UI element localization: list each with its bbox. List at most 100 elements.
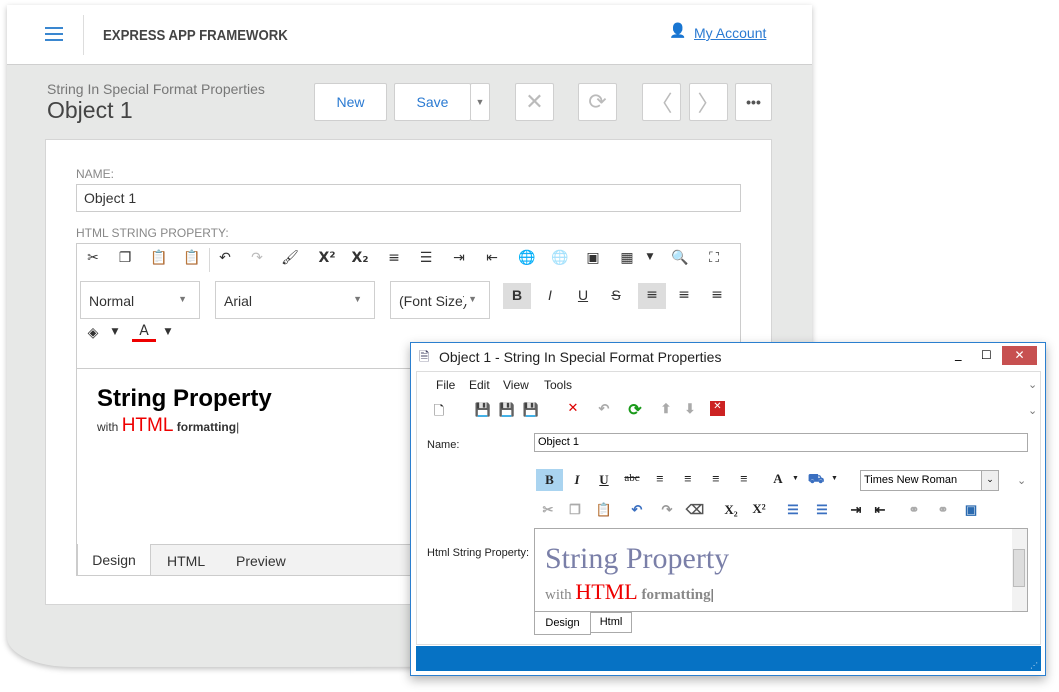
- format-painter-icon[interactable]: 🖌: [278, 250, 302, 266]
- bold-button[interactable]: B: [536, 469, 563, 491]
- copy-icon[interactable]: ❐: [113, 250, 137, 266]
- highlight-dropdown-icon[interactable]: ▼: [103, 327, 127, 337]
- paste-word-icon[interactable]: 📋: [180, 250, 204, 266]
- align-left-icon[interactable]: ≡: [650, 471, 670, 487]
- chevron-right-icon[interactable]: 〉: [689, 83, 728, 121]
- subscript-icon[interactable]: X₂: [348, 250, 372, 266]
- menu-view[interactable]: View: [503, 378, 529, 392]
- tab-html[interactable]: HTML: [167, 553, 205, 569]
- image-icon[interactable]: ▣: [581, 250, 605, 266]
- cut-icon[interactable]: ✂: [538, 502, 558, 518]
- scrollbar[interactable]: [1012, 529, 1027, 611]
- cut-icon[interactable]: ✂: [81, 250, 105, 266]
- outdent-icon[interactable]: ⇤: [480, 250, 504, 266]
- menu-icon[interactable]: [45, 27, 63, 41]
- menu-edit[interactable]: Edit: [469, 378, 490, 392]
- font-color-dropdown-icon[interactable]: ▼: [792, 475, 799, 482]
- align-left-button[interactable]: ≡: [638, 283, 666, 309]
- save-icon[interactable]: 💾: [473, 402, 493, 418]
- refresh-icon[interactable]: ⟳: [625, 400, 645, 420]
- align-right-icon[interactable]: ≡: [706, 471, 726, 487]
- close-icon[interactable]: ✕: [515, 83, 554, 121]
- unlink-icon[interactable]: 🌐: [548, 250, 572, 266]
- bullet-list-icon[interactable]: ☰: [414, 250, 438, 266]
- underline-button[interactable]: U: [594, 472, 614, 488]
- highlight-dropdown-icon[interactable]: ▼: [831, 475, 838, 482]
- font-name-combo[interactable]: Times New Roman ⌄: [860, 470, 999, 491]
- close-object-icon[interactable]: ✕: [710, 401, 725, 416]
- name-input[interactable]: Object 1: [534, 433, 1028, 452]
- name-input[interactable]: Object 1: [76, 184, 741, 212]
- menu-file[interactable]: File: [436, 378, 455, 392]
- subscript-icon[interactable]: X₂: [721, 502, 741, 518]
- redo-icon[interactable]: ↷: [657, 502, 677, 518]
- superscript-icon[interactable]: X²: [749, 501, 769, 517]
- fullscreen-icon[interactable]: ⛶: [702, 250, 726, 266]
- link-icon[interactable]: ⚭: [904, 502, 924, 518]
- undo-icon[interactable]: ↶: [213, 250, 237, 266]
- bold-button[interactable]: B: [503, 283, 531, 309]
- my-account-link[interactable]: My Account: [694, 25, 766, 41]
- italic-button[interactable]: I: [567, 472, 587, 488]
- align-center-button[interactable]: ≡: [672, 287, 696, 303]
- tab-html[interactable]: Html: [590, 612, 632, 633]
- indent-icon[interactable]: ⇥: [447, 250, 471, 266]
- unlink-icon[interactable]: ⚭: [933, 502, 953, 518]
- superscript-icon[interactable]: X²: [315, 250, 339, 266]
- highlight-color-icon[interactable]: ◈: [81, 325, 105, 341]
- next-icon[interactable]: ⬇: [680, 401, 700, 417]
- redo-icon[interactable]: ↷: [245, 250, 269, 266]
- font-color-dropdown-icon[interactable]: ▼: [156, 327, 180, 337]
- justify-icon[interactable]: ≡: [734, 471, 754, 487]
- eraser-icon[interactable]: ⌫: [685, 502, 705, 518]
- new-icon[interactable]: 🗋: [429, 402, 449, 424]
- chevron-down-icon[interactable]: ⌄: [1028, 378, 1037, 391]
- new-button[interactable]: New: [314, 83, 387, 121]
- delete-icon[interactable]: ✕: [563, 401, 583, 416]
- menu-tools[interactable]: Tools: [544, 378, 572, 392]
- image-icon[interactable]: ▣: [961, 502, 981, 518]
- font-color-icon[interactable]: A: [132, 323, 156, 342]
- strikethrough-button[interactable]: S: [604, 287, 628, 303]
- highlight-icon[interactable]: ⛟: [806, 471, 826, 489]
- style-select[interactable]: Normal ▼: [80, 281, 200, 319]
- previous-icon[interactable]: ⬆: [656, 401, 676, 417]
- tab-design[interactable]: Design: [534, 612, 591, 635]
- tab-design[interactable]: Design: [77, 544, 151, 576]
- paste-icon[interactable]: 📋: [147, 250, 171, 266]
- chevron-left-icon[interactable]: 〈: [642, 83, 681, 121]
- table-dropdown-icon[interactable]: ▼: [638, 252, 662, 262]
- underline-button[interactable]: U: [571, 287, 595, 303]
- align-right-button[interactable]: ≡: [705, 287, 729, 303]
- save-new-icon[interactable]: 💾: [521, 402, 541, 418]
- insert-link-icon[interactable]: 🌐: [515, 250, 539, 266]
- font-color-icon[interactable]: A: [768, 471, 788, 487]
- save-close-icon[interactable]: 💾: [497, 402, 517, 418]
- ordered-list-icon[interactable]: ☰: [783, 502, 803, 518]
- font-size-select[interactable]: (Font Size) ▼: [390, 281, 490, 319]
- copy-icon[interactable]: ❐: [565, 502, 585, 518]
- bullet-list-icon[interactable]: ☰: [812, 502, 832, 518]
- align-center-icon[interactable]: ≡: [678, 471, 698, 487]
- font-select[interactable]: Arial ▼: [215, 281, 375, 319]
- close-window-button[interactable]: ✕: [1002, 346, 1037, 365]
- undo-icon[interactable]: ↶: [627, 502, 647, 518]
- italic-button[interactable]: I: [538, 287, 562, 303]
- maximize-icon[interactable]: ☐: [981, 348, 992, 362]
- ordered-list-icon[interactable]: ≡: [382, 250, 406, 266]
- minimize-icon[interactable]: _: [955, 347, 962, 362]
- chevron-down-icon[interactable]: ⌄: [1017, 474, 1026, 487]
- preview-icon[interactable]: 🔍: [668, 250, 692, 266]
- outdent-icon[interactable]: ⇤: [870, 502, 890, 518]
- chevron-down-icon[interactable]: ⌄: [1028, 404, 1037, 417]
- strikethrough-button[interactable]: abc: [622, 472, 642, 484]
- resize-grip-icon[interactable]: ⋰: [1030, 661, 1038, 670]
- indent-icon[interactable]: ⇥: [846, 502, 866, 518]
- save-dropdown-button[interactable]: ▼: [470, 83, 490, 121]
- html-editor-content[interactable]: String Property with HTML formatting|: [534, 528, 1028, 612]
- paste-icon[interactable]: 📋: [594, 502, 614, 518]
- save-button[interactable]: Save: [394, 83, 471, 121]
- table-icon[interactable]: ▦: [615, 250, 639, 266]
- tab-preview[interactable]: Preview: [236, 553, 286, 569]
- undo-icon[interactable]: ↶: [594, 401, 614, 417]
